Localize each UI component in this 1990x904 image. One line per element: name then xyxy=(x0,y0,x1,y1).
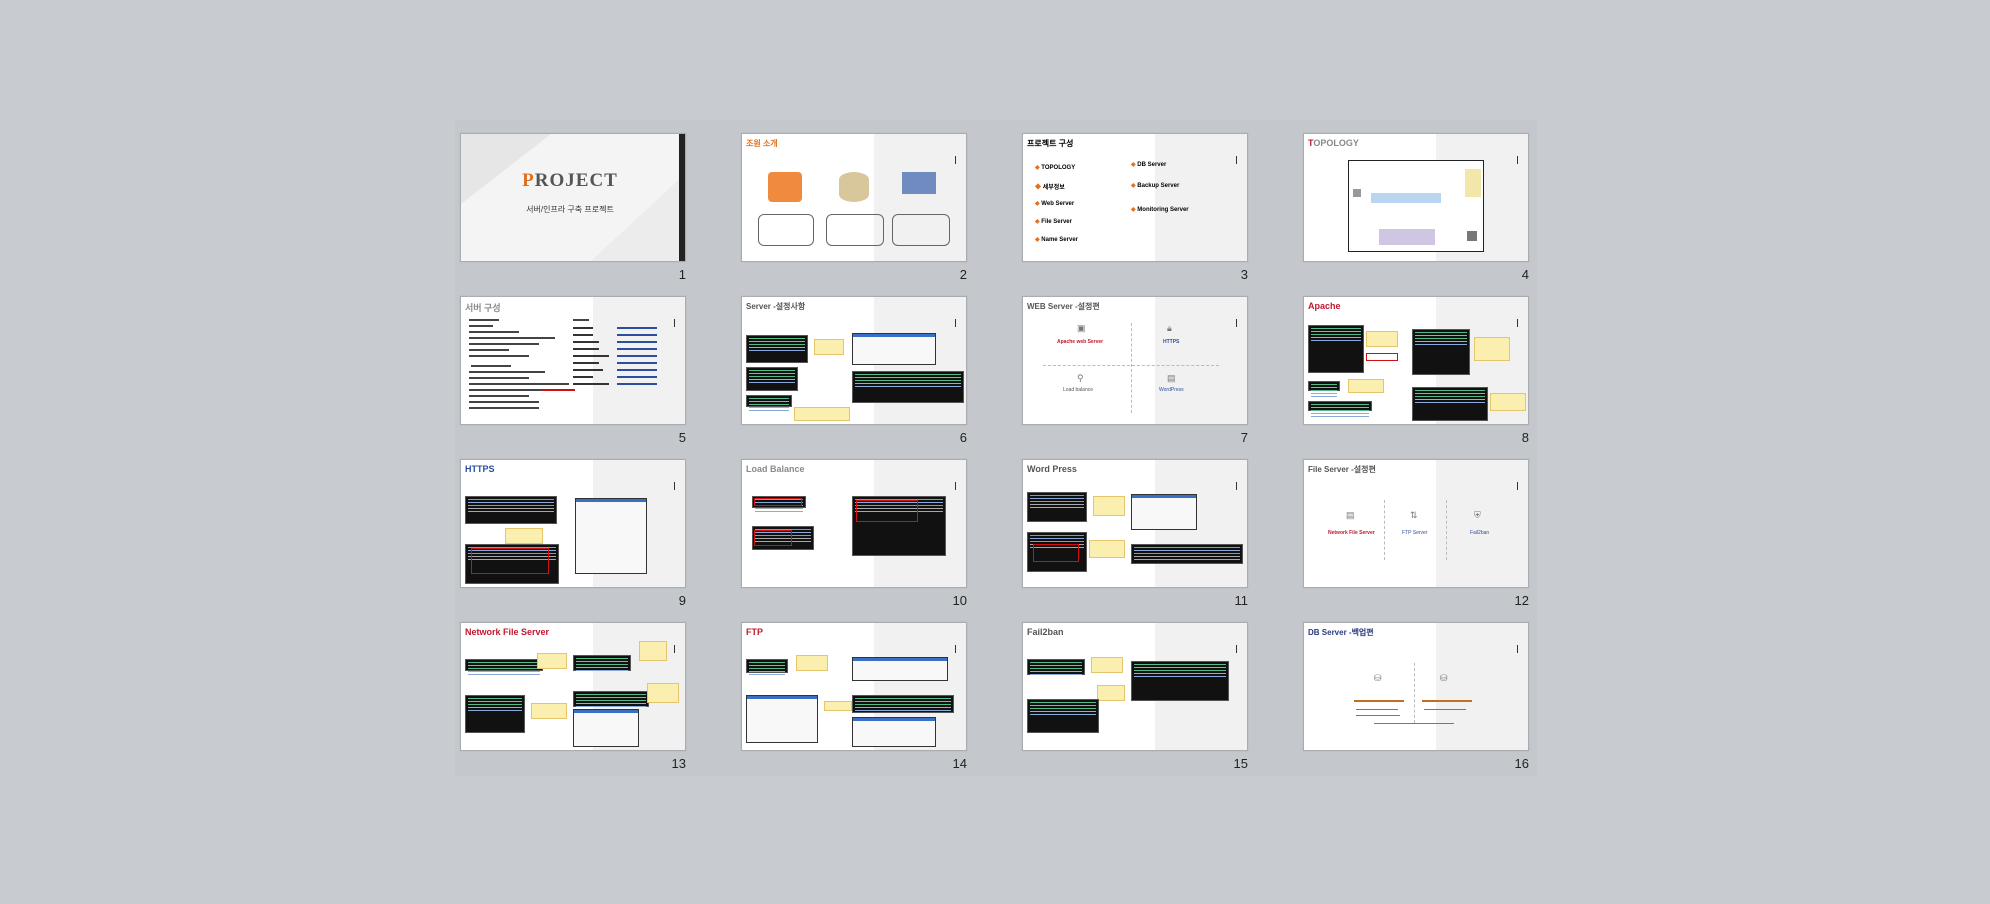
slide-title: File Server -설정편 xyxy=(1308,465,1376,474)
slide-thumbnail[interactable]: 프로젝트 구성 ◆ TOPOLOGY ◆ 세부정보 ◆ Web Server ◆… xyxy=(1022,133,1248,289)
slide-8[interactable]: Apache xyxy=(1303,296,1529,425)
slide-thumbnail[interactable]: Apache 8 xyxy=(1303,296,1529,452)
slide-12[interactable]: File Server -설정편 ▤ ⇅ ⛨ Network File Serv… xyxy=(1303,459,1529,588)
slide-thumbnail[interactable]: PROJECT 서버/인프라 구축 프로젝트 1 xyxy=(460,133,686,289)
slide-sorter: PROJECT 서버/인프라 구축 프로젝트 1 조원 소개 2 프로젝트 구성… xyxy=(455,120,1537,776)
slide-thumbnail[interactable]: Network File Server 13 xyxy=(460,622,686,778)
slide-9[interactable]: HTTPS xyxy=(460,459,686,588)
slide-number: 3 xyxy=(1240,267,1248,282)
slide-thumbnail[interactable]: FTP 14 xyxy=(741,622,967,778)
lock-icon: 🔒︎ xyxy=(1167,323,1172,333)
slide-title: WEB Server -설정편 xyxy=(1027,302,1100,311)
slide-title: 조원 소개 xyxy=(746,139,778,148)
slide-thumbnail[interactable]: DB Server -백업편 ⛁ ⛁ 16 xyxy=(1303,622,1529,778)
network-icon: ⚲ xyxy=(1077,373,1084,383)
slide-number: 15 xyxy=(1233,756,1248,771)
browser-icon: ▤ xyxy=(1167,373,1176,383)
slide-number: 14 xyxy=(952,756,967,771)
slide-title: Load Balance xyxy=(746,464,805,474)
slide-thumbnail[interactable]: File Server -설정편 ▤ ⇅ ⛨ Network File Serv… xyxy=(1303,459,1529,615)
topology-diagram xyxy=(1348,160,1484,252)
slide-number: 12 xyxy=(1514,593,1529,608)
slide-title: HTTPS xyxy=(465,464,495,474)
slide-thumbnail[interactable]: 서버 구성 5 xyxy=(460,296,686,452)
slide-16[interactable]: DB Server -백업편 ⛁ ⛁ xyxy=(1303,622,1529,751)
slide-title: 프로젝트 구성 xyxy=(1027,139,1074,148)
ftp-icon: ⇅ xyxy=(1410,510,1418,520)
text-lines xyxy=(1354,700,1472,724)
slide-thumbnail[interactable]: 조원 소개 2 xyxy=(741,133,967,289)
slide-number: 16 xyxy=(1514,756,1529,771)
slide-number: 6 xyxy=(959,430,967,445)
network-file-icon: ▤ xyxy=(1346,510,1355,520)
slide-11[interactable]: Word Press xyxy=(1022,459,1248,588)
slide-2[interactable]: 조원 소개 xyxy=(741,133,967,262)
slide-14[interactable]: FTP xyxy=(741,622,967,751)
shield-icon: ⛨ xyxy=(1474,510,1481,520)
slide-thumbnail[interactable]: TOPOLOGY 4 xyxy=(1303,133,1529,289)
slide-number: 2 xyxy=(959,267,967,282)
slide-title: PROJECT xyxy=(522,170,618,191)
globe-window-icon xyxy=(768,172,802,202)
slide-number: 13 xyxy=(671,756,686,771)
slide-number: 1 xyxy=(678,267,686,282)
slide-title: FTP xyxy=(746,627,763,637)
slide-title: Network File Server xyxy=(465,627,550,637)
slide-number: 8 xyxy=(1521,430,1529,445)
slide-thumbnail[interactable]: Server -설정사항 6 xyxy=(741,296,967,452)
slide-15[interactable]: Fail2ban xyxy=(1022,622,1248,751)
slide-number: 7 xyxy=(1240,430,1248,445)
slide-thumbnail[interactable]: Fail2ban 15 xyxy=(1022,622,1248,778)
server-rack-icon xyxy=(902,172,936,194)
database-icon xyxy=(839,172,869,202)
slide-13[interactable]: Network File Server xyxy=(460,622,686,751)
slide-title: TOPOLOGY xyxy=(1308,138,1359,148)
slide-subtitle: 서버/인프라 구축 프로젝트 xyxy=(526,205,614,214)
slide-thumbnail[interactable]: Load Balance 10 xyxy=(741,459,967,615)
slide-title: Word Press xyxy=(1027,464,1077,474)
slide-number: 9 xyxy=(678,593,686,608)
slide-6[interactable]: Server -설정사항 xyxy=(741,296,967,425)
slide-title: Fail2ban xyxy=(1027,627,1064,637)
slide-4[interactable]: TOPOLOGY xyxy=(1303,133,1529,262)
slide-thumbnail[interactable]: HTTPS 9 xyxy=(460,459,686,615)
slide-number: 5 xyxy=(678,430,686,445)
slide-thumbnail[interactable]: WEB Server -설정편 ▣ 🔒︎ ⚲ ▤ Apache web Serv… xyxy=(1022,296,1248,452)
slide-3[interactable]: 프로젝트 구성 ◆ TOPOLOGY ◆ 세부정보 ◆ Web Server ◆… xyxy=(1022,133,1248,262)
text-lines xyxy=(469,319,657,409)
background-shapes xyxy=(461,134,685,261)
slide-title: Apache xyxy=(1308,301,1341,311)
slide-number: 11 xyxy=(1234,593,1249,608)
slide-1[interactable]: PROJECT 서버/인프라 구축 프로젝트 xyxy=(460,133,686,262)
slide-title: Server -설정사항 xyxy=(746,302,806,311)
slide-5[interactable]: 서버 구성 xyxy=(460,296,686,425)
slide-number: 10 xyxy=(952,593,967,608)
slide-thumbnail[interactable]: Word Press 11 xyxy=(1022,459,1248,615)
slide-7[interactable]: WEB Server -설정편 ▣ 🔒︎ ⚲ ▤ Apache web Serv… xyxy=(1022,296,1248,425)
slide-10[interactable]: Load Balance xyxy=(741,459,967,588)
window-icon: ▣ xyxy=(1077,323,1086,333)
slide-number: 4 xyxy=(1521,267,1529,282)
